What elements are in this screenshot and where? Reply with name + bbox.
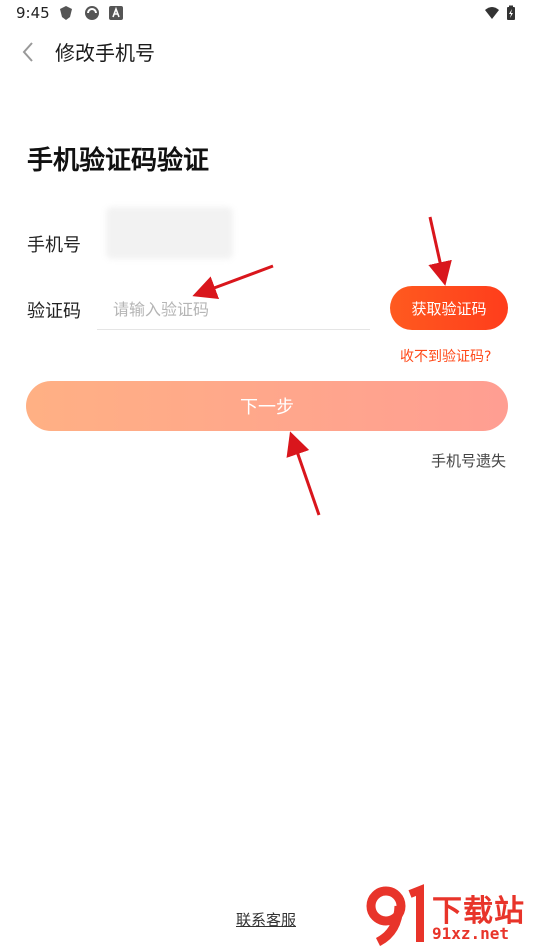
get-code-button[interactable]: 获取验证码 xyxy=(390,286,508,330)
battery-charging-icon xyxy=(507,5,515,20)
next-step-button[interactable]: 下一步 xyxy=(26,381,508,431)
a-icon xyxy=(109,6,123,20)
watermark: 下载站 91xz.net xyxy=(366,884,534,948)
lost-phone-link[interactable]: 手机号遗失 xyxy=(431,450,506,471)
phone-label: 手机号 xyxy=(27,235,81,256)
back-button[interactable] xyxy=(14,38,42,66)
status-bar: 9:45 xyxy=(0,0,534,28)
section-heading: 手机验证码验证 xyxy=(27,146,210,176)
chevron-left-icon xyxy=(22,42,33,62)
wifi-icon xyxy=(485,7,499,19)
status-time: 9:45 xyxy=(16,4,50,22)
arrow-to-next xyxy=(286,431,321,516)
sync-icon xyxy=(85,6,99,20)
page: 9:45 修改手机号 手机验证码验证 手机号 验证码 获取验证码 xyxy=(0,0,534,950)
page-title: 修改手机号 xyxy=(55,41,155,65)
arrow-to-get-code xyxy=(428,216,452,286)
watermark-logo xyxy=(366,884,424,947)
no-code-link[interactable]: 收不到验证码? xyxy=(400,346,491,366)
contact-support-link[interactable]: 联系客服 xyxy=(236,909,296,930)
phone-number-masked xyxy=(106,207,233,259)
code-label: 验证码 xyxy=(27,301,81,322)
verification-code-input[interactable] xyxy=(97,290,370,330)
app-notification-icon xyxy=(60,6,72,20)
watermark-site: 91xz.net xyxy=(432,924,510,943)
